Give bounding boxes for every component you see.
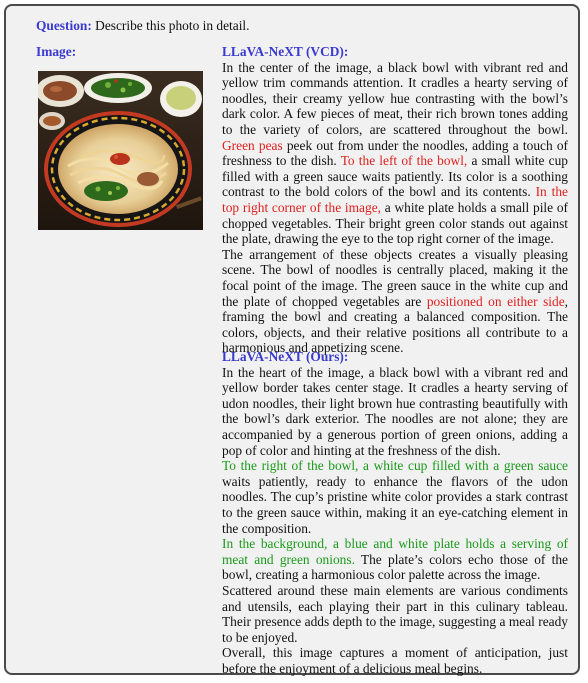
- vcd-paragraph-1: In the center of the image, a black bowl…: [222, 60, 568, 247]
- ours-title: LLaVA-NeXT (Ours):: [222, 349, 349, 364]
- vcd-title: LLaVA-NeXT (VCD):: [222, 44, 349, 59]
- highlighted-phrase: To the right of the bowl, a white cup fi…: [222, 458, 568, 474]
- image-label: Image:: [36, 44, 77, 59]
- text-run: Overall, this image captures a moment of…: [222, 645, 568, 676]
- question-text: Describe this photo in detail.: [91, 18, 250, 33]
- ours-answer: LLaVA-NeXT (Ours): In the heart of the i…: [222, 349, 568, 676]
- ramen-photo-illustration: [38, 71, 203, 230]
- text-run: In the heart of the image, a black bowl …: [222, 364, 568, 458]
- highlighted-phrase: Green peas: [222, 137, 283, 153]
- text-run: waits patiently, ready to enhance the fl…: [222, 473, 568, 536]
- ours-paragraph-5: Overall, this image captures a moment of…: [222, 645, 568, 676]
- text-run: In the center of the image, a black bowl…: [222, 59, 568, 137]
- question-label: Question:: [36, 18, 92, 33]
- ours-paragraph-3: In the background, a blue and white plat…: [222, 536, 568, 583]
- figure-panel: Question: Describe this photo in detail.…: [4, 4, 580, 676]
- vcd-paragraph-2: The arrangement of these objects creates…: [222, 247, 568, 356]
- vcd-answer: LLaVA-NeXT (VCD): In the center of the i…: [222, 44, 568, 356]
- text-run: Scattered around these main elements are…: [222, 582, 568, 645]
- highlighted-phrase: To the left of the bowl,: [340, 153, 468, 169]
- ours-paragraph-2: To the right of the bowl, a white cup fi…: [222, 458, 568, 536]
- highlighted-phrase: positioned on either side: [426, 293, 565, 309]
- ours-paragraph-1: In the heart of the image, a black bowl …: [222, 365, 568, 459]
- question-line: Question: Describe this photo in detail.: [36, 18, 250, 34]
- ramen-photo: [38, 71, 203, 230]
- ours-paragraph-4: Scattered around these main elements are…: [222, 583, 568, 645]
